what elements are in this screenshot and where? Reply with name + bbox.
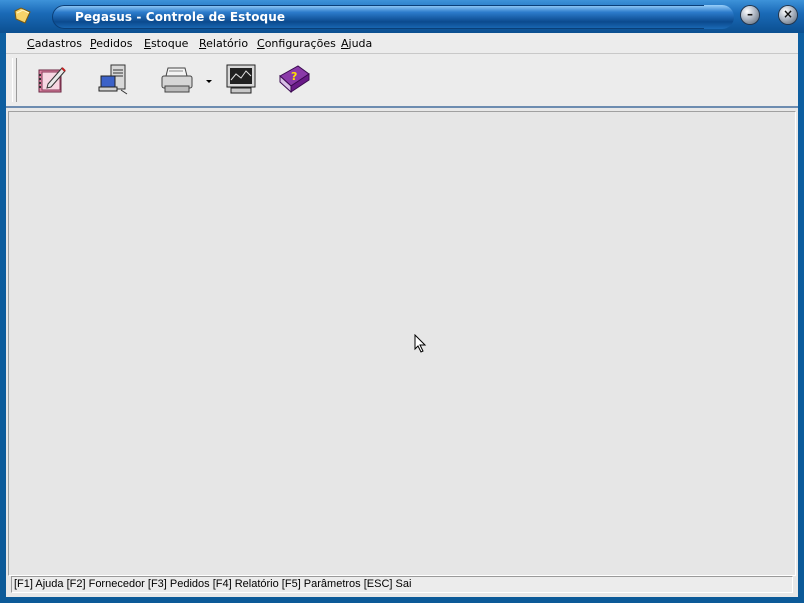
- menu-pedidos[interactable]: Pedidos: [90, 37, 133, 50]
- menu-configuracoes[interactable]: Configurações: [257, 37, 336, 50]
- notebook-pen-icon[interactable]: [34, 62, 70, 96]
- help-book-icon[interactable]: ?: [276, 62, 312, 96]
- menu-bar: Cadastros Pedidos Estoque Relatório Conf…: [6, 33, 798, 54]
- mouse-cursor-icon: [414, 334, 427, 353]
- menu-estoque[interactable]: Estoque: [144, 37, 188, 50]
- mdi-workspace[interactable]: [8, 111, 796, 576]
- status-bar: [F1] Ajuda [F2] Fornecedor [F3] Pedidos …: [11, 576, 793, 593]
- app-window: Pegasus - Controle de Estoque – × Cadast…: [0, 0, 804, 603]
- close-icon: ×: [782, 7, 794, 21]
- minimize-icon: –: [747, 7, 753, 21]
- menu-relatorio[interactable]: Relatório: [199, 37, 248, 50]
- close-button[interactable]: ×: [779, 6, 797, 24]
- toolbar-grip[interactable]: [12, 58, 17, 102]
- toolbar: ?: [6, 54, 798, 108]
- client-area: Cadastros Pedidos Estoque Relatório Conf…: [6, 33, 798, 597]
- status-shortcuts-text: [F1] Ajuda [F2] Fornecedor [F3] Pedidos …: [14, 578, 412, 590]
- menu-cadastros[interactable]: Cadastros: [27, 37, 82, 50]
- folder-app-icon[interactable]: [13, 7, 33, 25]
- title-bar[interactable]: Pegasus - Controle de Estoque – ×: [0, 0, 804, 33]
- minimize-button[interactable]: –: [741, 6, 759, 24]
- svg-text:?: ?: [291, 70, 297, 83]
- window-title: Pegasus - Controle de Estoque: [75, 10, 286, 24]
- print-dropdown-arrow-icon[interactable]: [206, 80, 212, 83]
- printer-icon[interactable]: [159, 62, 195, 96]
- menu-ajuda[interactable]: Ajuda: [341, 37, 372, 50]
- monitor-chart-icon[interactable]: [223, 62, 259, 96]
- computer-user-icon[interactable]: [97, 62, 133, 96]
